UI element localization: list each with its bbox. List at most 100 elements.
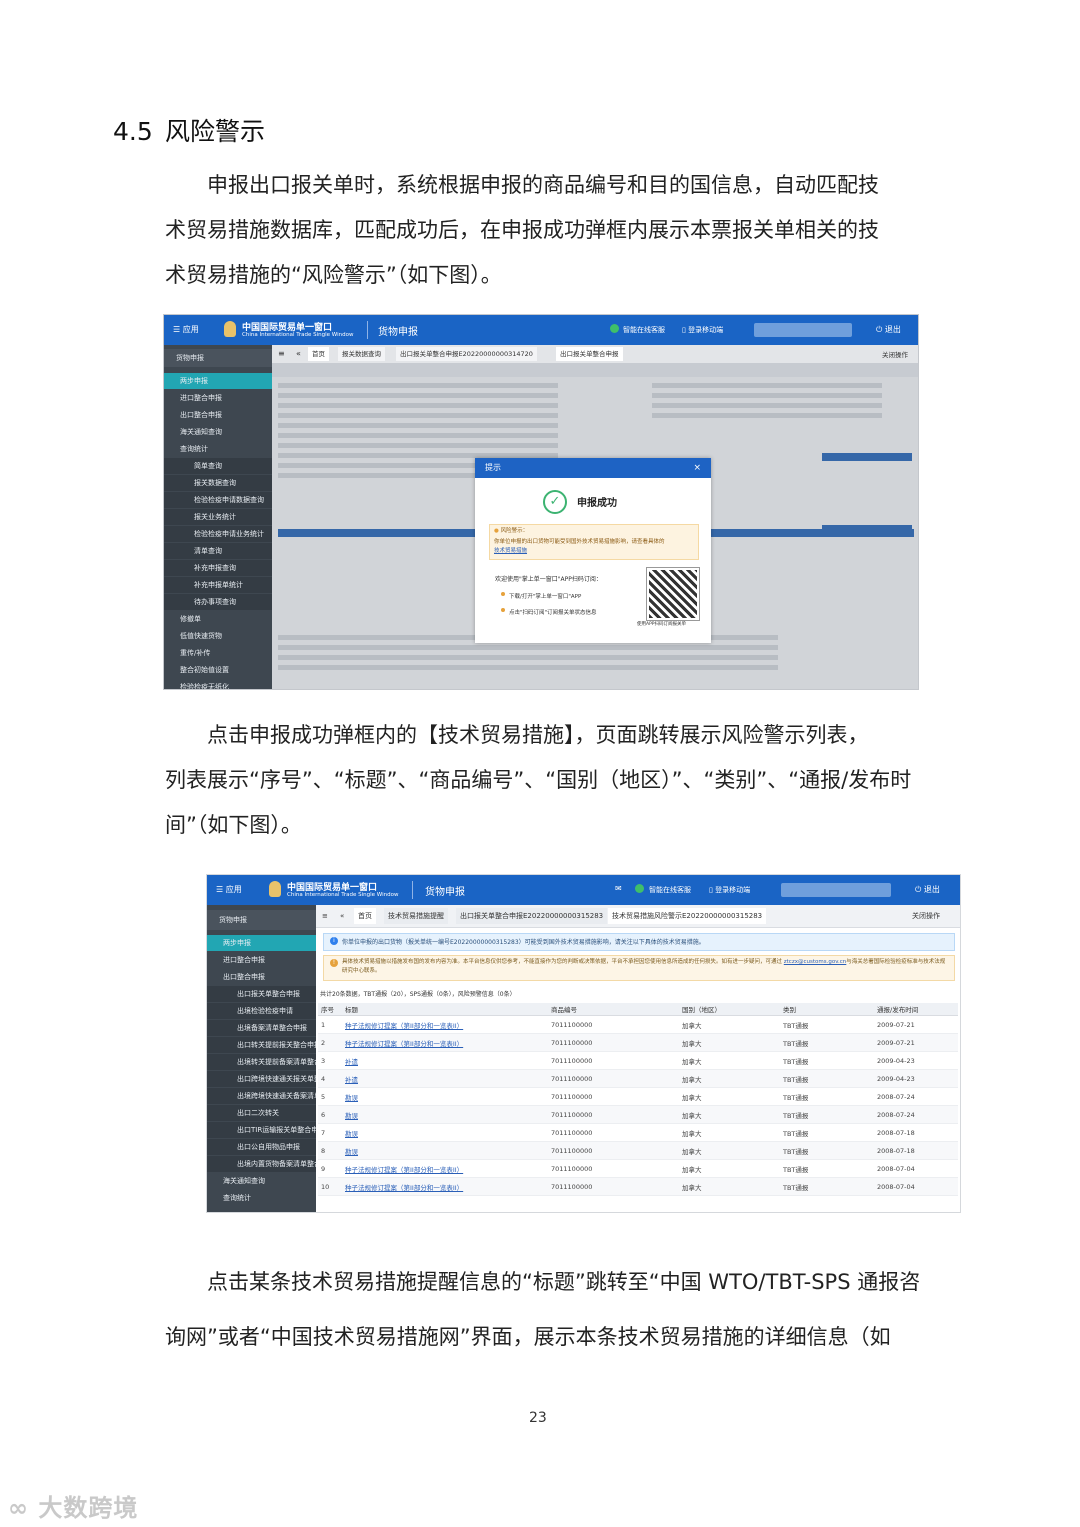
category: TBT通报	[780, 1015, 874, 1034]
country: 加拿大	[679, 1105, 780, 1124]
form-row	[278, 413, 558, 418]
commodity-code: 7011100000	[548, 1159, 679, 1178]
sidebar-item[interactable]: 两步申报	[164, 373, 272, 389]
close-tabs-menu[interactable]: 关闭操作	[908, 908, 944, 924]
paragraph-title-link: 点击某条技术贸易措施提醒信息的“标题”跳转至“中国 WTO/TBT-SPS 通报…	[165, 1255, 920, 1365]
bullet-icon	[501, 592, 505, 596]
measure-title-link[interactable]: 补遗	[342, 1051, 548, 1070]
online-service-link[interactable]: 智能在线客服	[623, 325, 665, 335]
publish-date: 2008-07-04	[874, 1177, 958, 1196]
tab-customs-query[interactable]: 报关数据查询	[338, 347, 385, 361]
menu-icon[interactable]: ≡	[278, 349, 285, 358]
sidebar: 货物申报 两步申报 进口整合申报 出口整合申报 出口报关单整合申报 出境检验检疫…	[207, 905, 316, 1212]
mobile-login-link[interactable]: ▯ 登录移动端	[709, 885, 750, 895]
sidebar-header[interactable]: 货物申报	[207, 910, 316, 930]
tab-home[interactable]: 首页	[354, 908, 376, 924]
form-row	[652, 393, 882, 398]
close-tabs-menu[interactable]: 关闭操作	[882, 349, 908, 359]
mail-icon[interactable]: ✉	[615, 884, 622, 893]
measure-title-link[interactable]: 补遗	[342, 1069, 548, 1088]
sidebar-item[interactable]: 出口整合申报	[207, 969, 316, 985]
row-index: 9	[318, 1159, 342, 1178]
sidebar-subitem[interactable]: 出口报关单整合申报	[207, 986, 316, 1002]
sidebar-subitem[interactable]: 报关数据查询	[164, 475, 272, 491]
sidebar-item[interactable]: 查询统计	[207, 1190, 316, 1206]
measure-title-link[interactable]: 勘误	[342, 1141, 548, 1160]
sidebar-item[interactable]: 海关通知查询	[164, 424, 272, 440]
measure-title-link[interactable]: 种子法规修订提案（第II部分和一览表II）	[342, 1177, 548, 1196]
section-title: 风险警示	[165, 117, 266, 146]
publish-date: 2008-07-04	[874, 1159, 958, 1178]
publish-date: 2008-07-24	[874, 1087, 958, 1106]
sidebar-item[interactable]: 进口整合申报	[207, 952, 316, 968]
form-row	[278, 383, 558, 388]
sidebar-item[interactable]: 两步申报	[207, 935, 316, 951]
logout-button[interactable]: ⏻ 退出	[915, 884, 940, 895]
form-row	[278, 665, 778, 670]
sidebar-subitem[interactable]: 出境备案清单整合申报	[207, 1020, 316, 1036]
category: TBT通报	[780, 1123, 874, 1142]
menu-icon[interactable]: ≡	[318, 908, 332, 924]
prev-tab-icon[interactable]: «	[296, 349, 301, 358]
sidebar-subitem[interactable]: 出口二次转关	[207, 1105, 316, 1121]
measure-title-link[interactable]: 种子法规修订提案（第II部分和一览表II）	[342, 1015, 548, 1034]
sidebar-item[interactable]: 查询统计	[164, 441, 272, 457]
measure-title-link[interactable]: 勘误	[342, 1087, 548, 1106]
tab-export-declaration[interactable]: 出口报关单整合申报E20220000000315283	[456, 908, 608, 924]
sidebar-subitem[interactable]: 出口公自用物品申报	[207, 1139, 316, 1155]
sidebar-subitem[interactable]: 清单查询	[164, 543, 272, 559]
tab-home[interactable]: 首页	[308, 347, 329, 361]
tab-export-declaration-active[interactable]: 出口报关单整合申报	[556, 347, 623, 361]
sidebar-subitem[interactable]: 报关业务统计	[164, 509, 272, 525]
sidebar-subitem[interactable]: 补充申报查询	[164, 560, 272, 576]
sidebar-subitem[interactable]: 检验检疫申请数据查询	[164, 492, 272, 508]
category: TBT通报	[780, 1087, 874, 1106]
sidebar-item[interactable]: 出口整合申报	[164, 407, 272, 423]
measure-title-link[interactable]: 勘误	[342, 1105, 548, 1124]
row-index: 3	[318, 1051, 342, 1070]
sidebar-item[interactable]: 重传/补传	[164, 645, 272, 661]
risk-warning-table: 序号 标题 商品编号 国别（地区） 类别 通报/发布时间 1 种子法规修订提案（…	[318, 1003, 958, 1196]
tab-risk-warning[interactable]: 技术贸易措施风险警示E20220000000315283	[608, 908, 767, 924]
sidebar-subitem[interactable]: 出境内置货物备案清单整合申报	[207, 1156, 316, 1172]
app-menu-button[interactable]: ☰ 应用	[216, 884, 242, 895]
email-link[interactable]: ztczx@customs.gov.cn	[784, 959, 847, 965]
sidebar-item[interactable]: 整合初始值设置	[164, 662, 272, 678]
sidebar-item[interactable]: 修撤单	[164, 611, 272, 627]
sidebar-subitem[interactable]: 出境跨境快速通关备案清单整合申报	[207, 1088, 316, 1104]
sidebar-item[interactable]: 进口整合申报	[164, 390, 272, 406]
sidebar-subitem[interactable]: 出口跨境快速通关报关单整合申报	[207, 1071, 316, 1087]
sidebar-item[interactable]: 海关通知查询	[207, 1173, 316, 1189]
paragraph-line: 间”（如下图）。	[165, 813, 302, 837]
sidebar-subitem[interactable]: 出口转关提前报关整合申报	[207, 1037, 316, 1053]
measure-title-link[interactable]: 种子法规修订提案（第II部分和一览表II）	[342, 1033, 548, 1052]
mobile-login-link[interactable]: ▯ 登录移动端	[682, 325, 723, 335]
logout-button[interactable]: ⏻ 退出	[876, 324, 901, 335]
tab-measure-reminder[interactable]: 技术贸易措施提醒	[384, 908, 448, 924]
online-service-link[interactable]: 智能在线客服	[649, 885, 691, 895]
prev-tab-icon[interactable]: «	[336, 908, 348, 924]
paragraph-risk-list: 点击申报成功弹框内的【技术贸易措施】，页面跳转展示风险警示列表， 列表展示“序号…	[165, 713, 912, 848]
tech-trade-measures-link[interactable]: 技术贸易措施	[494, 548, 527, 554]
form-row	[278, 423, 558, 428]
sidebar-subitem[interactable]: 出境检验检疫申请	[207, 1003, 316, 1019]
publish-date: 2008-07-18	[874, 1123, 958, 1142]
sidebar-subitem[interactable]: 检验检疫申请业务统计	[164, 526, 272, 542]
measure-title-link[interactable]: 勘误	[342, 1123, 548, 1142]
measure-title-link[interactable]: 种子法规修订提案（第II部分和一览表II）	[342, 1159, 548, 1178]
app-welcome-text: 欢迎使用"掌上单一窗口"APP扫码订阅：	[495, 576, 602, 583]
sidebar-header[interactable]: 货物申报	[164, 349, 272, 367]
tab-export-declaration[interactable]: 出口报关单整合申报E20220000000314720	[396, 347, 537, 361]
sidebar-item[interactable]: 检验检疫无纸化	[164, 679, 272, 689]
service-icon	[610, 324, 619, 333]
paragraph-line: 点击申报成功弹框内的【技术贸易措施】，页面跳转展示风险警示列表，	[207, 723, 869, 747]
close-icon[interactable]: ×	[693, 458, 701, 478]
sidebar-subitem[interactable]: 待办事项查询	[164, 594, 272, 610]
paragraph-line: 列表展示“序号”、“标题”、“商品编号”、“国别（地区）”、“类别”、“通报/发…	[165, 768, 912, 792]
app-menu-button[interactable]: ☰ 应用	[173, 324, 199, 335]
sidebar-subitem[interactable]: 补充申报单统计	[164, 577, 272, 593]
sidebar-item[interactable]: 低值快速货物	[164, 628, 272, 644]
sidebar-subitem[interactable]: 出境转关提前备案清单整合申报	[207, 1054, 316, 1070]
sidebar-subitem[interactable]: 简单查询	[164, 458, 272, 474]
sidebar-subitem[interactable]: 出口TIR运输报关单整合申报	[207, 1122, 316, 1138]
